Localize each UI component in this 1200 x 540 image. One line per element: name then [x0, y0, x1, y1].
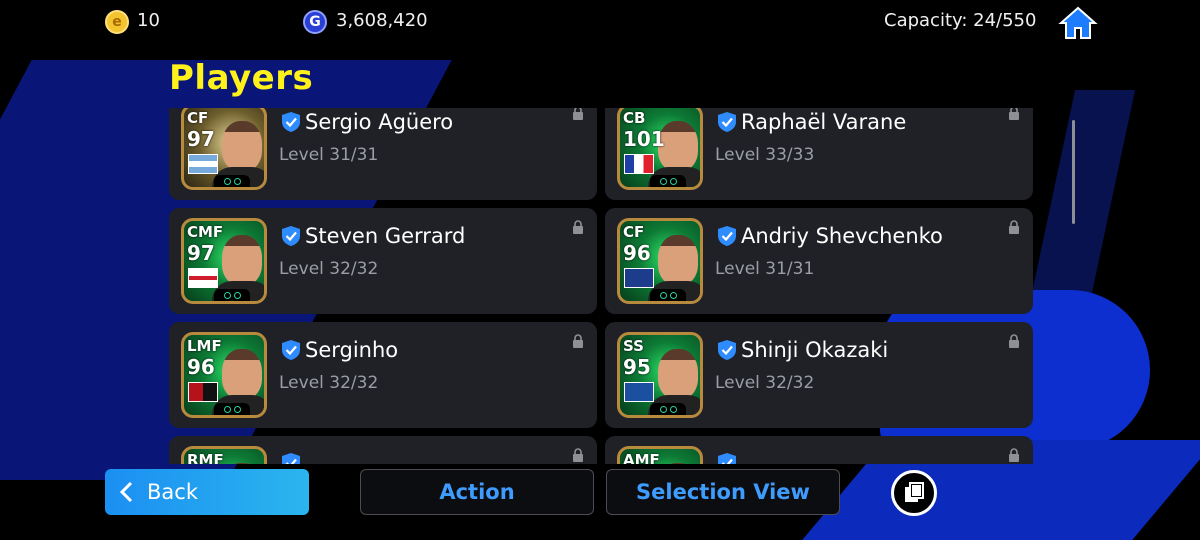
player-rating: 96	[187, 355, 215, 379]
action-button[interactable]: Action	[360, 469, 594, 515]
page-title: Players	[169, 58, 314, 98]
verified-shield-icon	[718, 340, 736, 360]
lock-icon	[573, 220, 583, 234]
efootball-coin-count: 10	[137, 10, 160, 31]
lock-icon	[1009, 220, 1019, 234]
home-icon	[1058, 6, 1098, 39]
player-face-image	[658, 349, 698, 399]
verified-shield-icon	[282, 453, 300, 464]
player-name: Steven Gerrard	[305, 224, 466, 248]
nationality-flag-icon	[624, 154, 654, 174]
verified-shield-icon	[282, 112, 300, 132]
scrollbar[interactable]	[1072, 120, 1075, 224]
lock-icon	[1009, 448, 1019, 462]
nationality-flag-icon	[188, 154, 218, 174]
boost-slots	[214, 175, 250, 187]
player-portrait: AMF	[617, 446, 703, 464]
player-portrait: LMF 96	[181, 332, 267, 418]
boost-slots	[214, 289, 250, 301]
player-portrait: CMF 97	[181, 218, 267, 304]
player-face-image	[658, 235, 698, 285]
player-level: Level 31/31	[279, 145, 379, 165]
lock-icon	[1009, 334, 1019, 348]
verified-shield-icon	[718, 453, 736, 464]
player-position: AMF	[623, 451, 660, 464]
home-button[interactable]	[1058, 5, 1098, 41]
nationality-flag-icon	[188, 382, 218, 402]
player-name: Shinji Okazaki	[741, 338, 889, 362]
player-card[interactable]: CB 101 Raphaël Varane Level 33/33	[605, 108, 1033, 200]
player-name: Raphaël Varane	[741, 110, 907, 134]
player-position: SS	[623, 337, 644, 355]
player-portrait: CF 97	[181, 108, 267, 190]
player-position: CMF	[187, 223, 224, 241]
player-level: Level 32/32	[279, 259, 379, 279]
player-face-image	[222, 463, 262, 464]
back-label: Back	[147, 480, 198, 504]
player-position: RMF	[187, 451, 224, 464]
nationality-flag-icon	[188, 268, 218, 288]
player-card[interactable]: CF 96 Andriy Shevchenko Level 31/31	[605, 208, 1033, 314]
selection-view-button[interactable]: Selection View	[606, 469, 840, 515]
boost-slots	[214, 403, 250, 415]
player-name: Serginho	[305, 338, 399, 362]
player-face-image	[222, 235, 262, 285]
copy-icon	[905, 482, 924, 502]
verified-shield-icon	[718, 112, 736, 132]
nationality-flag-icon	[624, 382, 654, 402]
lock-icon	[1009, 108, 1019, 120]
player-card[interactable]: AMF	[605, 436, 1033, 464]
lock-icon	[573, 108, 583, 120]
player-portrait: CF 96	[617, 218, 703, 304]
verified-shield-icon	[718, 226, 736, 246]
player-face-image	[658, 463, 698, 464]
player-level: Level 32/32	[715, 373, 815, 393]
player-face-image	[222, 349, 262, 399]
player-position: CB	[623, 109, 646, 127]
player-card[interactable]: RMF	[169, 436, 597, 464]
boost-slots	[650, 175, 686, 187]
player-level: Level 32/32	[279, 373, 379, 393]
efootball-coin-icon: e	[105, 10, 129, 34]
nationality-flag-icon	[624, 268, 654, 288]
verified-shield-icon	[282, 226, 300, 246]
player-level: Level 33/33	[715, 145, 815, 165]
back-button[interactable]: Back	[105, 469, 309, 515]
capacity-label: Capacity: 24/550	[884, 10, 1037, 31]
verified-shield-icon	[282, 340, 300, 360]
player-portrait: SS 95	[617, 332, 703, 418]
player-rating: 96	[623, 241, 651, 265]
player-level: Level 31/31	[715, 259, 815, 279]
player-position: LMF	[187, 337, 222, 355]
status-bar: e 10 G 3,608,420 Capacity: 24/550	[0, 0, 1200, 44]
player-card[interactable]: LMF 96 Serginho Level 32/32	[169, 322, 597, 428]
player-card[interactable]: CMF 97 Steven Gerrard Level 32/32	[169, 208, 597, 314]
lock-icon	[573, 334, 583, 348]
player-portrait: RMF	[181, 446, 267, 464]
player-rating: 97	[187, 127, 215, 151]
player-portrait: CB 101	[617, 108, 703, 190]
player-rating: 97	[187, 241, 215, 265]
player-position: CF	[187, 109, 209, 127]
player-card[interactable]: SS 95 Shinji Okazaki Level 32/32	[605, 322, 1033, 428]
player-name: Andriy Shevchenko	[741, 224, 943, 248]
player-rating: 101	[623, 127, 665, 151]
player-rating: 95	[623, 355, 651, 379]
player-name: Sergio Agüero	[305, 110, 454, 134]
copy-button[interactable]	[891, 470, 937, 516]
player-list[interactable]: CF 97 Sergio Agüero Level 31/31 CB 101 R…	[169, 108, 1039, 464]
player-position: CF	[623, 223, 645, 241]
player-face-image	[222, 121, 262, 171]
lock-icon	[573, 448, 583, 462]
gp-count: 3,608,420	[336, 10, 428, 31]
gp-icon: G	[303, 10, 327, 34]
boost-slots	[650, 403, 686, 415]
player-card[interactable]: CF 97 Sergio Agüero Level 31/31	[169, 108, 597, 200]
boost-slots	[650, 289, 686, 301]
chevron-left-icon	[119, 481, 133, 503]
